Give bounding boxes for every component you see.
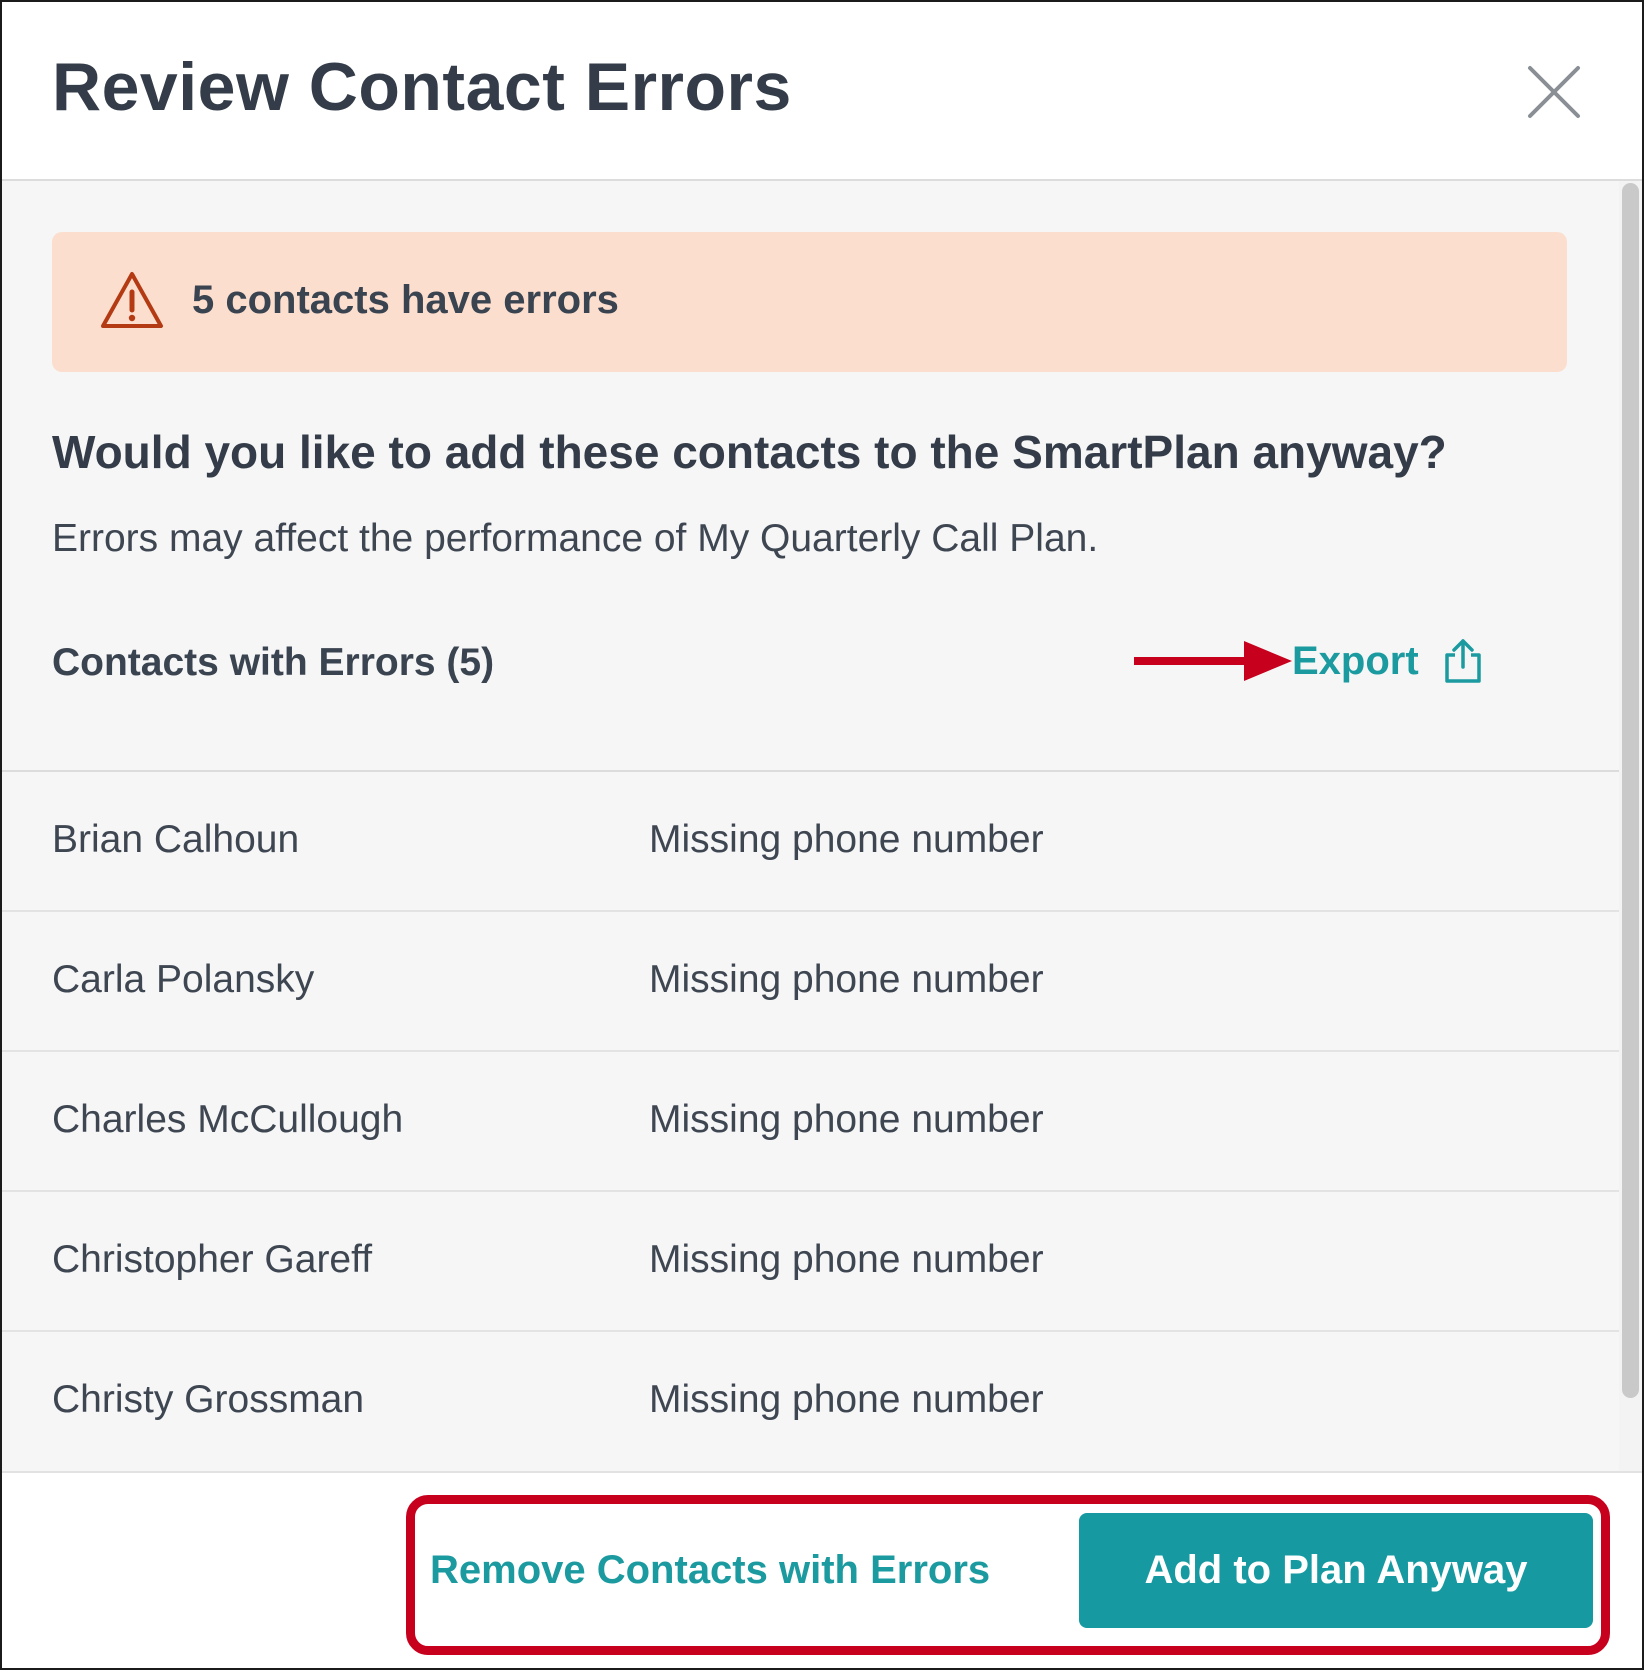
list-item: Carla Polansky Missing phone number — [2, 912, 1619, 1052]
list-item: Christopher Gareff Missing phone number — [2, 1192, 1619, 1332]
alert-message: 5 contacts have errors — [192, 278, 619, 322]
warning-description: Errors may affect the performance of My … — [52, 517, 1099, 560]
contact-error: Missing phone number — [649, 1378, 1044, 1421]
warning-triangle-icon — [100, 270, 164, 330]
contacts-with-errors-heading: Contacts with Errors (5) — [52, 641, 495, 684]
annotation-arrow — [1134, 641, 1292, 681]
dialog-body[interactable]: 5 contacts have errors Would you like to… — [2, 181, 1642, 1471]
remove-contacts-with-errors-button[interactable]: Remove Contacts with Errors — [430, 1548, 990, 1593]
list-item: Charles McCullough Missing phone number — [2, 1052, 1619, 1192]
list-item: Christy Grossman Missing phone number — [2, 1332, 1619, 1470]
contact-error: Missing phone number — [649, 818, 1044, 861]
list-item: Brian Calhoun Missing phone number — [2, 772, 1619, 912]
close-icon[interactable] — [1524, 62, 1584, 122]
export-button[interactable]: Export — [1292, 635, 1485, 687]
add-to-plan-anyway-button[interactable]: Add to Plan Anyway — [1079, 1513, 1593, 1628]
dialog-header: Review Contact Errors — [2, 2, 1642, 181]
dialog-footer: Remove Contacts with Errors Add to Plan … — [2, 1471, 1642, 1668]
contact-name: Christopher Gareff — [52, 1238, 373, 1281]
error-alert-banner: 5 contacts have errors — [52, 232, 1567, 372]
contact-error: Missing phone number — [649, 958, 1044, 1001]
contact-name: Charles McCullough — [52, 1098, 404, 1141]
contact-name: Carla Polansky — [52, 958, 315, 1001]
contact-name: Brian Calhoun — [52, 818, 300, 861]
share-export-icon — [1441, 637, 1485, 685]
contacts-error-list: Brian Calhoun Missing phone number Carla… — [2, 772, 1619, 1470]
dialog-title: Review Contact Errors — [52, 49, 792, 125]
review-contact-errors-dialog: Review Contact Errors 5 contacts have er… — [0, 0, 1644, 1670]
scrollbar[interactable] — [1619, 181, 1642, 1471]
contact-error: Missing phone number — [649, 1238, 1044, 1281]
contact-error: Missing phone number — [649, 1098, 1044, 1141]
scrollbar-thumb[interactable] — [1622, 183, 1639, 1398]
contact-name: Christy Grossman — [52, 1378, 365, 1421]
export-label: Export — [1292, 638, 1419, 683]
confirmation-question: Would you like to add these contacts to … — [52, 426, 1447, 478]
